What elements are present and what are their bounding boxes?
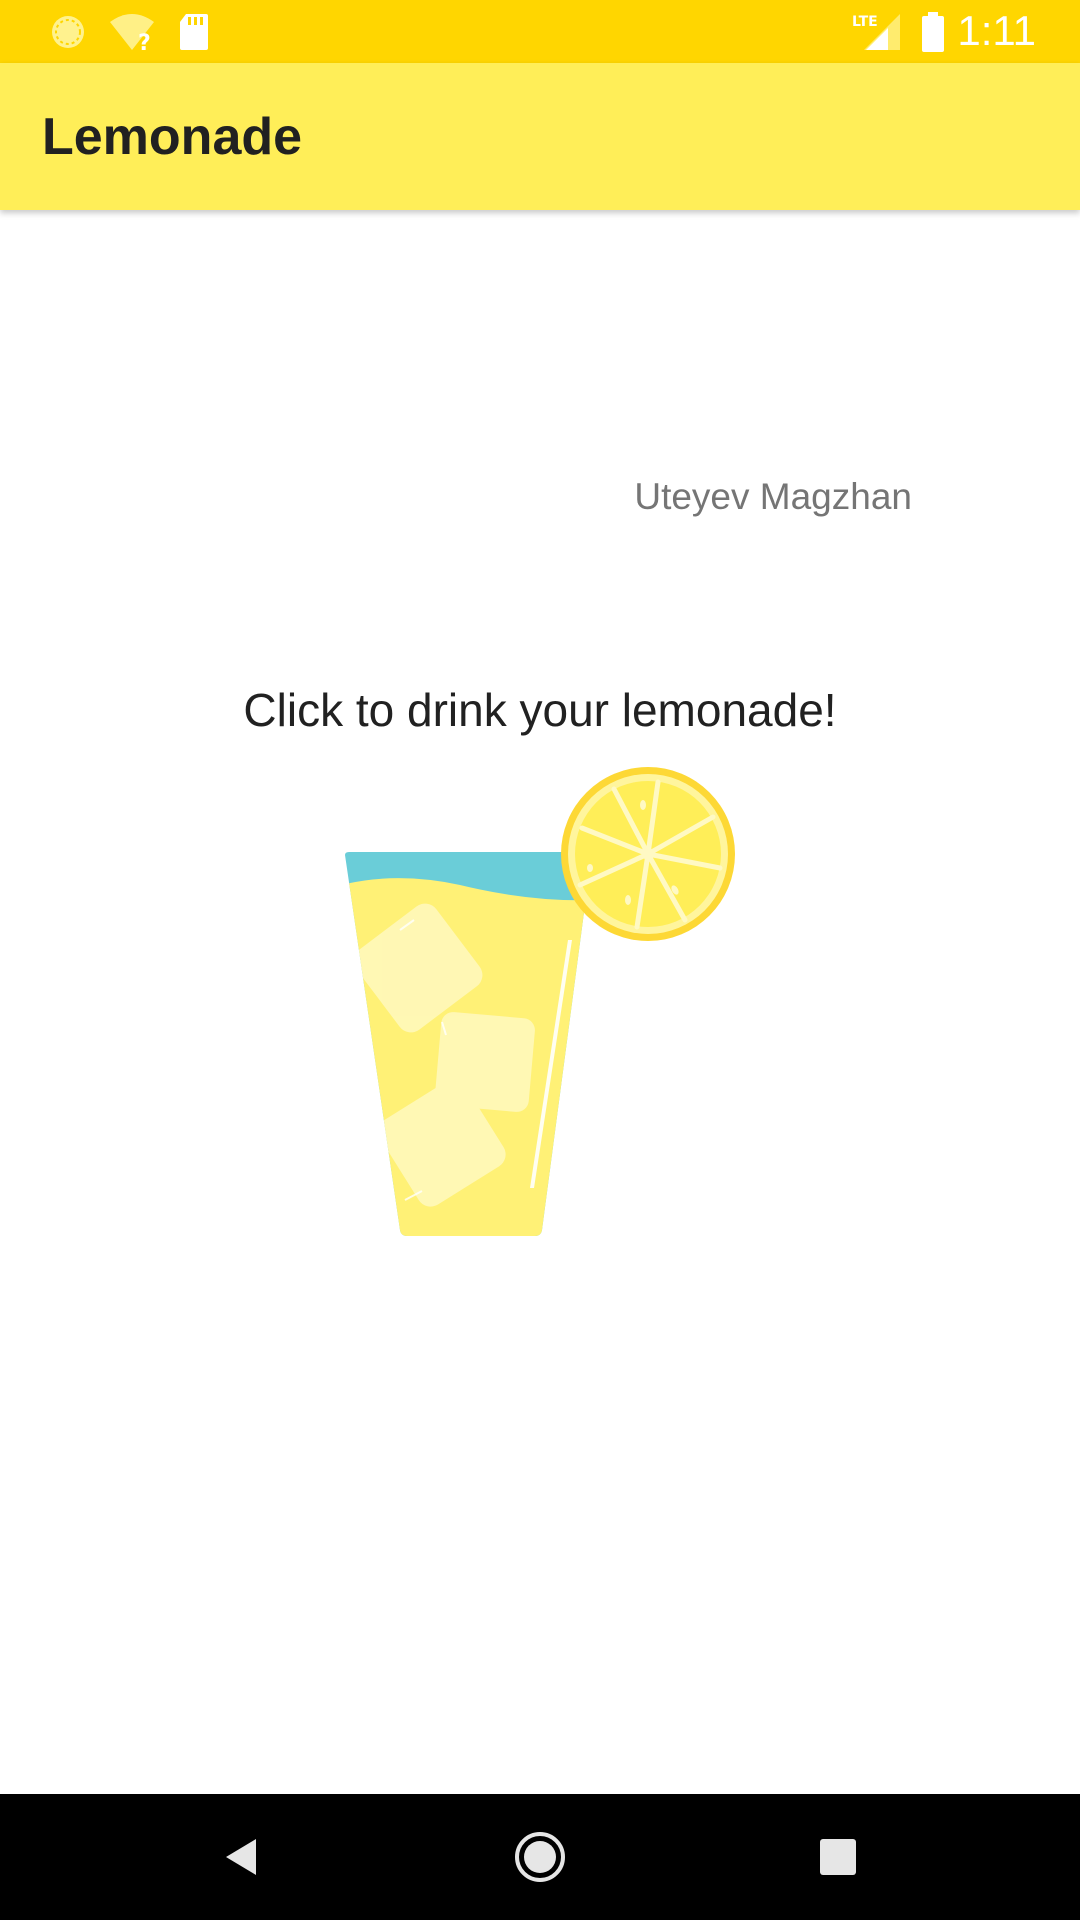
back-icon [226,1839,256,1875]
back-button[interactable] [212,1827,272,1887]
battery-icon [922,12,944,52]
lte-signal-icon: LTE [852,14,900,50]
app-bar: Lemonade [0,63,1080,210]
home-button[interactable] [510,1827,570,1887]
svg-text:?: ? [138,31,151,52]
app-title: Lemonade [42,108,303,166]
recents-icon [820,1839,856,1875]
status-bar: ? LTE 1:11 [0,0,1080,63]
author-name: Uteyev Magzhan [634,476,912,517]
navigation-bar [0,1794,1080,1920]
status-time: 1:11 [957,7,1036,54]
recents-button[interactable] [808,1827,868,1887]
lemonade-glass-image[interactable] [330,760,750,1250]
sync-icon [52,16,84,48]
svg-text:LTE: LTE [852,14,878,30]
home-icon [524,1841,556,1873]
wifi-unknown-icon: ? [110,14,154,52]
instruction-text: Click to drink your lemonade! [243,684,837,736]
lemon-slice [561,767,735,941]
lemonade-screen: ? LTE 1:11 Lemonade Uteyev Magzhan Click… [0,0,1080,1920]
sd-card-icon [180,14,208,50]
